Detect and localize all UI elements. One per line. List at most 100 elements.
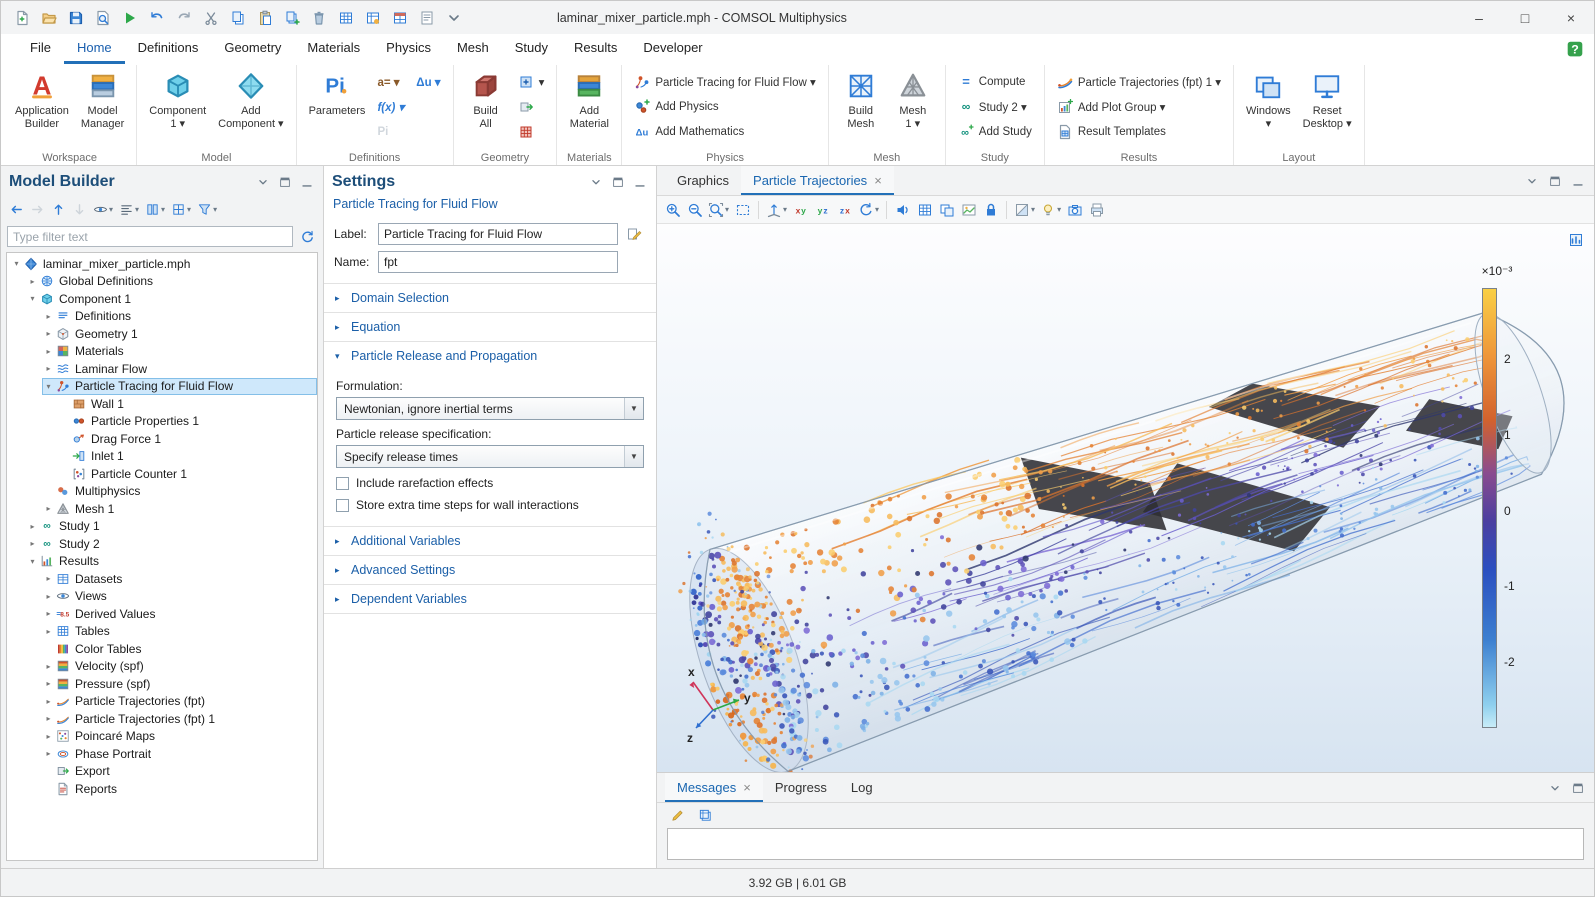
u-button[interactable]: Δu ▾ [411, 70, 445, 94]
tree-expander-icon[interactable]: ▸ [42, 662, 55, 671]
close-tab-icon[interactable]: × [743, 781, 751, 794]
tree-expander-icon[interactable]: ▸ [26, 522, 39, 531]
particle-tracing-for-fluid-flow-button[interactable]: Particle Tracing for Fluid Flow ▾ [629, 70, 820, 94]
chevron-down-icon[interactable] [1546, 779, 1563, 796]
item-button[interactable]: ▾ [513, 70, 550, 94]
plot-windows-icon[interactable] [936, 198, 957, 222]
tree-item-reports[interactable]: Reports [7, 780, 317, 798]
move-up-icon[interactable] [49, 199, 68, 221]
columns-icon[interactable]: ▾ [143, 199, 167, 221]
chevron-down-icon[interactable] [587, 174, 604, 191]
store-extra-time-steps-checkbox[interactable]: Store extra time steps for wall interact… [336, 498, 644, 512]
float-panel-icon[interactable] [276, 174, 293, 191]
tree-expander-icon[interactable]: ▾ [42, 382, 55, 391]
view-xy-icon[interactable]: xy [790, 198, 811, 222]
lock-axes-icon[interactable] [980, 198, 1001, 222]
filter-input[interactable] [7, 226, 293, 247]
add-component-button[interactable]: AddComponent ▾ [213, 67, 288, 131]
build-mesh-button[interactable]: BuildMesh [836, 67, 886, 131]
tree-item-laminar-flow[interactable]: ▸Laminar Flow [7, 360, 317, 378]
particle-trajectories-plot[interactable] [657, 224, 1594, 772]
tree-item-study-1[interactable]: ▸∞Study 1 [7, 518, 317, 536]
close-tab-icon[interactable]: × [874, 174, 882, 187]
add-physics-button[interactable]: Add Physics [629, 95, 820, 119]
table-icon[interactable] [335, 7, 356, 28]
scene-light-icon[interactable]: ▾ [1038, 198, 1063, 222]
tree-item-poincar-maps[interactable]: ▸Poincaré Maps [7, 728, 317, 746]
tree-item-laminar-mixer-particle-mph[interactable]: ▾laminar_mixer_particle.mph [7, 255, 317, 273]
tree-item-mesh-1[interactable]: ▸Mesh 1 [7, 500, 317, 518]
tree-item-geometry-1[interactable]: ▸Geometry 1 [7, 325, 317, 343]
tree-expander-icon[interactable]: ▾ [26, 557, 39, 566]
tab-particle-trajectories[interactable]: Particle Trajectories× [741, 166, 894, 195]
tree-item-drag-force-1[interactable]: Drag Force 1 [7, 430, 317, 448]
minimize-button[interactable]: – [1456, 1, 1502, 34]
zoom-extents-icon[interactable]: ▾ [706, 198, 731, 222]
tree-expander-icon[interactable]: ▸ [42, 329, 55, 338]
back-icon[interactable] [7, 199, 26, 221]
plot-data-icon[interactable] [1568, 232, 1584, 248]
name-input[interactable] [378, 251, 618, 273]
tree-expander-icon[interactable]: ▸ [26, 277, 39, 286]
section-header-domain-selection[interactable]: ▸Domain Selection [324, 284, 656, 312]
view-zx-icon[interactable]: zx [834, 198, 855, 222]
menu-study[interactable]: Study [502, 34, 561, 64]
view-yz-icon[interactable]: yz [812, 198, 833, 222]
tree-item-derived-values[interactable]: ▸=8.5Derived Values [7, 605, 317, 623]
add-study-button[interactable]: ∞Add Study [953, 120, 1037, 144]
f-x-button[interactable]: f(x) ▾ [372, 95, 409, 119]
transparency-icon[interactable]: ▾ [1012, 198, 1037, 222]
tree-item-phase-portrait[interactable]: ▸Phase Portrait [7, 745, 317, 763]
open-file-icon[interactable] [38, 7, 59, 28]
release-spec-select[interactable]: Specify release times ▼ [336, 445, 644, 468]
tab-messages[interactable]: Messages× [665, 773, 763, 802]
compact-grid-icon[interactable]: ▾ [169, 199, 193, 221]
zoom-box-icon[interactable] [732, 198, 753, 222]
zoom-out-icon[interactable] [684, 198, 705, 222]
copy-icon[interactable] [227, 7, 248, 28]
add-mathematics-button[interactable]: ΔuAdd Mathematics [629, 120, 820, 144]
model-tree-text-icon[interactable]: ▾ [117, 199, 141, 221]
compute-button[interactable]: =Compute [953, 70, 1037, 94]
minimize-panel-icon[interactable] [1569, 172, 1586, 189]
particle-trajectories-fpt-1-button[interactable]: Particle Trajectories (fpt) 1 ▾ [1052, 70, 1226, 94]
help-button[interactable]: ? [1566, 40, 1584, 58]
paste-icon[interactable] [254, 7, 275, 28]
section-header-advanced-settings[interactable]: ▸Advanced Settings [324, 556, 656, 584]
tree-expander-icon[interactable]: ▸ [42, 732, 55, 741]
tree-item-definitions[interactable]: ▸Definitions [7, 308, 317, 326]
log-table-icon[interactable] [416, 7, 437, 28]
tree-item-inlet-1[interactable]: Inlet 1 [7, 448, 317, 466]
application-builder-button[interactable]: AApplicationBuilder [10, 67, 74, 131]
menu-home[interactable]: Home [64, 34, 125, 64]
component-1-button[interactable]: Component1 ▾ [144, 67, 211, 131]
duplicate-icon[interactable] [281, 7, 302, 28]
include-rarefaction-checkbox[interactable]: Include rarefaction effects [336, 476, 644, 490]
tree-expander-icon[interactable]: ▸ [42, 714, 55, 723]
sound-icon[interactable] [892, 198, 913, 222]
cut-icon[interactable] [200, 7, 221, 28]
tree-item-wall-1[interactable]: Wall 1 [7, 395, 317, 413]
build-all-button[interactable]: BuildAll [461, 67, 511, 131]
add-material-button[interactable]: AddMaterial [564, 67, 614, 131]
tree-item-export[interactable]: Export [7, 763, 317, 781]
tree-expander-icon[interactable]: ▸ [26, 539, 39, 548]
delete-sequence-icon-button[interactable] [513, 120, 550, 144]
tree-item-global-definitions[interactable]: ▸Global Definitions [7, 273, 317, 291]
graphics-canvas[interactable]: x y z ×10⁻³ 210-1-2 [657, 224, 1594, 772]
undo-icon[interactable] [146, 7, 167, 28]
copy-table-icon[interactable] [695, 805, 715, 825]
run-icon[interactable] [119, 7, 140, 28]
menu-file[interactable]: File [17, 34, 64, 64]
menu-results[interactable]: Results [561, 34, 630, 64]
menu-geometry[interactable]: Geometry [211, 34, 294, 64]
tree-item-particle-properties-1[interactable]: Particle Properties 1 [7, 413, 317, 431]
tab-graphics[interactable]: Graphics [665, 166, 741, 195]
messages-output[interactable] [667, 828, 1584, 860]
tree-item-materials[interactable]: ▸Materials [7, 343, 317, 361]
tab-progress[interactable]: Progress [763, 773, 839, 802]
table-settings-icon[interactable] [362, 7, 383, 28]
section-header-additional-variables[interactable]: ▸Additional Variables [324, 527, 656, 555]
new-file-icon[interactable] [11, 7, 32, 28]
tree-item-particle-counter-1[interactable]: Particle Counter 1 [7, 465, 317, 483]
